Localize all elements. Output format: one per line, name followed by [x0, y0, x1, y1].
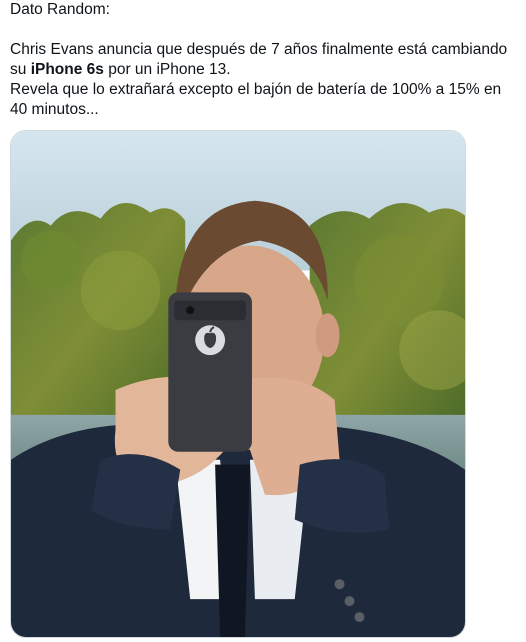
tweet-line-heading: Dato Random: [10, 1, 110, 18]
apple-logo-icon [195, 325, 226, 356]
announcement-suffix: por un iPhone 13. [103, 61, 231, 78]
photo-illustration [11, 131, 465, 637]
tie [215, 464, 250, 637]
tweet-photo[interactable] [10, 130, 466, 638]
tweet-line-announcement: Chris Evans anuncia que después de 7 año… [10, 40, 516, 80]
announcement-bold-phone: iPhone 6s [30, 61, 104, 78]
tweet-line-battery: Revela que lo extrañará excepto el bajón… [10, 81, 502, 118]
tweet-text: Dato Random: Chris Evans anuncia que des… [10, 0, 516, 120]
